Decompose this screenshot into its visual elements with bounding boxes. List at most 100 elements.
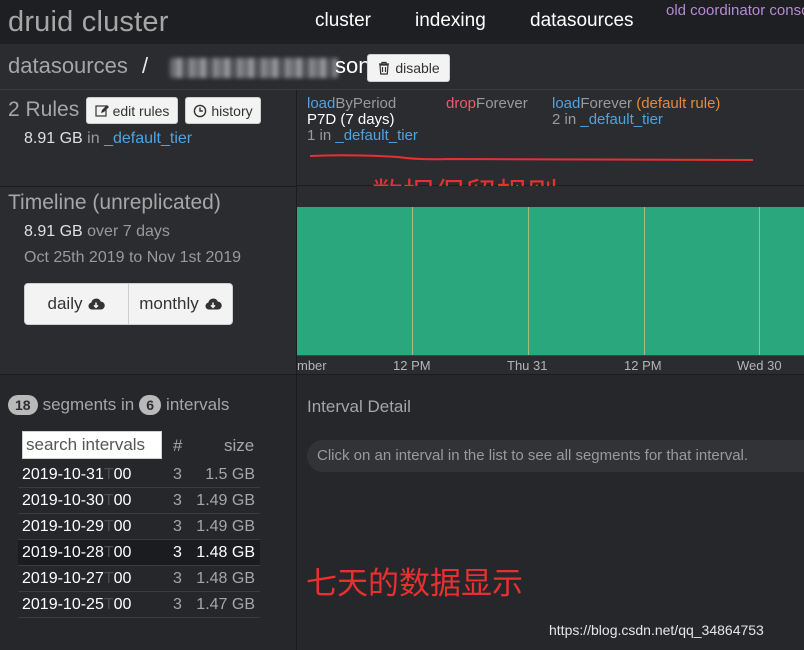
interval-detail-title: Interval Detail (307, 397, 411, 416)
timeline-divider (528, 207, 529, 355)
interval-count: 3 (173, 492, 182, 509)
timeline-axis: mber 12 PM Thu 31 12 PM Wed 30 (297, 355, 804, 374)
interval-detail-header: Interval Detail (297, 374, 804, 428)
column-header-size: size (224, 436, 255, 455)
table-row[interactable]: 2019-10-27T00 3 1.48 GB (18, 566, 260, 592)
breadcrumb-datasources[interactable]: datasources (8, 53, 128, 79)
rule-action: load (307, 95, 336, 112)
interval-date: 2019-10-30 (22, 492, 104, 509)
edit-rules-label: edit rules (112, 102, 170, 119)
interval-t: T (103, 596, 114, 613)
table-row-selected[interactable]: 2019-10-28T00 3 1.48 GB (18, 540, 260, 566)
interval-date: 2019-10-25 (22, 596, 104, 613)
rule-replicas: 1 in (307, 127, 332, 144)
nav-indexing[interactable]: indexing (415, 10, 486, 32)
daily-download-button[interactable]: daily (25, 284, 128, 324)
axis-tick-label: 12 PM (393, 358, 431, 373)
interval-count: 3 (173, 466, 182, 483)
axis-tick-label: Thu 31 (507, 358, 548, 373)
brand-title[interactable]: druid cluster (8, 6, 169, 39)
interval-date: 2019-10-28 (22, 544, 104, 561)
timeline-divider (412, 207, 413, 355)
rule-load-by-period[interactable]: loadByPeriod P7D (7 days) 1 in _default_… (307, 96, 418, 144)
app-root: druid cluster cluster indexing datasourc… (0, 0, 804, 650)
rule-kind: ByPeriod (335, 95, 397, 112)
edit-rules-button[interactable]: edit rules (86, 97, 178, 124)
interval-count: 3 (173, 518, 182, 535)
segments-summary-line: 18 segments in 6 intervals (8, 395, 229, 415)
table-row[interactable]: 2019-10-25T00 3 1.47 GB (18, 592, 260, 618)
history-button[interactable]: history (185, 97, 261, 124)
nav-datasources[interactable]: datasources (530, 10, 634, 32)
interval-count: 3 (173, 596, 182, 613)
breadcrumb-separator: / (142, 53, 149, 78)
rule-tier-link[interactable]: _default_tier (335, 127, 418, 144)
interval-hour: 00 (113, 544, 132, 561)
axis-tick-label: Wed 30 (737, 358, 782, 373)
rules-tier-link[interactable]: _default_tier (104, 130, 192, 147)
rule-period: P7D (7 days) (307, 111, 395, 128)
interval-detail-message: Click on an interval in the list to see … (307, 440, 804, 472)
interval-date: 2019-10-27 (22, 570, 104, 587)
table-row[interactable]: 2019-10-29T00 3 1.49 GB (18, 514, 260, 540)
search-intervals-input[interactable] (22, 431, 162, 459)
interval-hour: 00 (113, 596, 132, 613)
interval-count: 3 (173, 544, 182, 561)
monthly-download-button[interactable]: monthly (128, 284, 232, 324)
interval-list: # size 2019-10-31T00 3 1.5 GB 2019-10-30… (0, 428, 297, 650)
interval-t: T (103, 518, 114, 535)
interval-hour: 00 (113, 518, 132, 535)
rule-tier-link[interactable]: _default_tier (580, 111, 663, 128)
timeline-span: over 7 days (87, 223, 170, 240)
rules-size: 8.91 GB in _default_tier (24, 130, 192, 148)
interval-count: 3 (173, 570, 182, 587)
table-row[interactable]: 2019-10-30T00 3 1.49 GB (18, 488, 260, 514)
monthly-label: monthly (139, 294, 199, 313)
daily-label: daily (47, 294, 83, 313)
datasource-name: son (335, 53, 371, 78)
annotation-seven-days: 七天的数据显示 (306, 566, 523, 602)
rule-default-note: (default rule) (636, 95, 721, 112)
interval-detail: Click on an interval in the list to see … (297, 428, 804, 650)
edit-icon (94, 104, 109, 117)
interval-t: T (103, 466, 114, 483)
timeline-bar[interactable] (297, 207, 804, 355)
rule-replicas: 2 in (552, 111, 577, 128)
disable-label: disable (395, 60, 440, 76)
nav-cluster[interactable]: cluster (315, 10, 371, 32)
timeline-size: 8.91 GB over 7 days (24, 223, 170, 241)
rule-drop-forever[interactable]: dropForever (446, 96, 528, 112)
annotation-underline (309, 154, 754, 161)
axis-tick-label: mber (297, 358, 327, 373)
trash-icon (379, 61, 390, 75)
disable-button[interactable]: disable (367, 54, 450, 82)
interval-size: 1.48 GB (196, 570, 255, 587)
rules-size-in: in (87, 130, 100, 147)
rule-action: load (552, 95, 581, 112)
interval-size: 1.49 GB (196, 518, 255, 535)
timeline-summary: Timeline (unreplicated) 8.91 GB over 7 d… (0, 186, 297, 374)
timeline-size-value: 8.91 GB (24, 223, 83, 240)
interval-date: 2019-10-29 (22, 518, 104, 535)
interval-t: T (103, 492, 114, 509)
segments-summary: 18 segments in 6 intervals (0, 374, 297, 428)
interval-t: T (103, 544, 114, 561)
table-row[interactable]: 2019-10-31T00 3 1.5 GB (18, 462, 260, 488)
timeline-divider (644, 207, 645, 355)
cloud-download-icon (205, 298, 222, 310)
old-coordinator-link[interactable]: old coordinator console (666, 2, 804, 19)
interval-t: T (103, 570, 114, 587)
interval-hour: 00 (113, 466, 132, 483)
clock-icon (194, 104, 207, 117)
intervals-label: intervals (166, 395, 230, 414)
breadcrumb: datasources / son disable (0, 44, 804, 90)
rule-load-forever[interactable]: loadForever (default rule) 2 in _default… (552, 96, 720, 128)
interval-hour: 00 (113, 570, 132, 587)
timeline-chart: mber 12 PM Thu 31 12 PM Wed 30 (297, 186, 804, 374)
rule-kind: Forever (580, 95, 633, 112)
history-label: history (211, 102, 253, 119)
timeline-title: Timeline (unreplicated) (8, 191, 221, 214)
cloud-download-icon (88, 298, 106, 310)
column-header-count: # (173, 436, 183, 455)
segments-in-label: segments in (42, 395, 135, 414)
